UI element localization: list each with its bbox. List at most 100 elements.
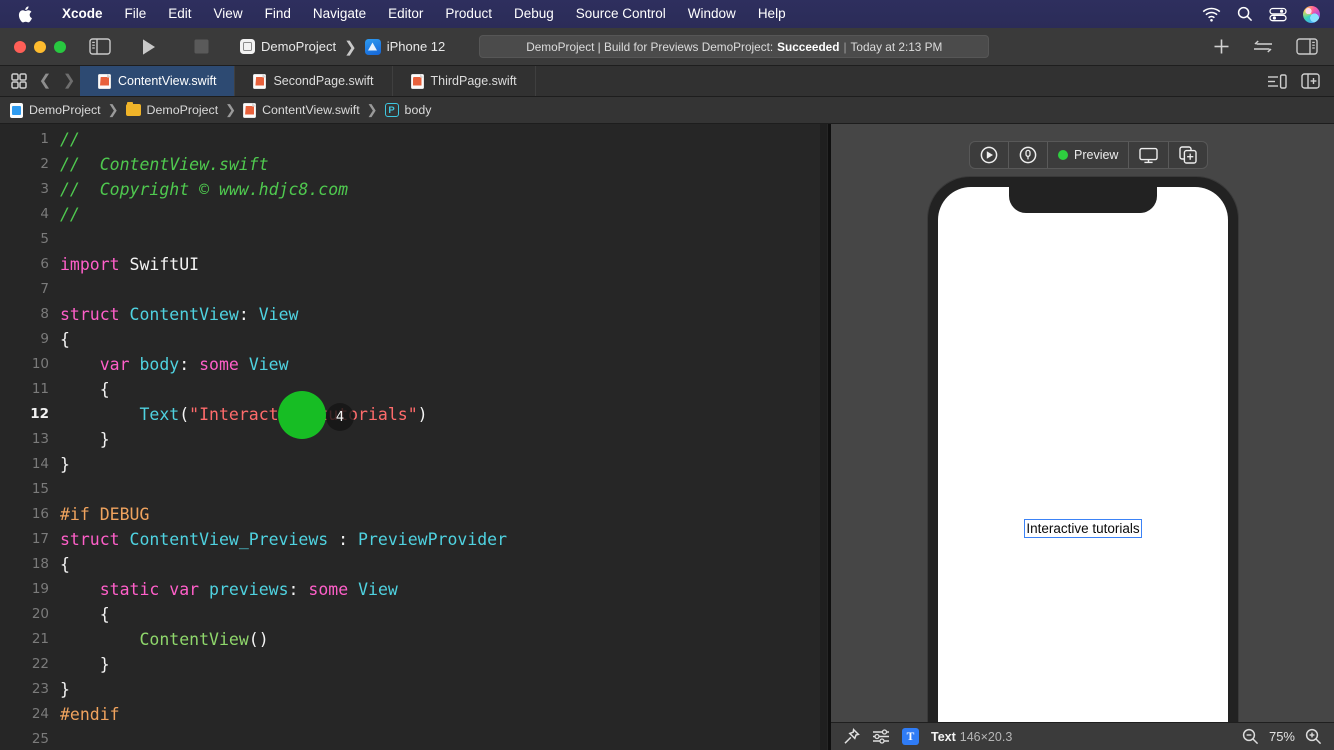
tab-nav-buttons: ❮ ❯ [0,66,80,96]
control-center-icon[interactable] [1269,7,1287,22]
build-status-bar[interactable]: DemoProject | Build for Previews DemoPro… [479,35,990,58]
scheme-selector[interactable]: DemoProject ❯ iPhone 12 [240,38,445,56]
breadcrumb-item-0[interactable]: DemoProject [10,102,101,118]
code-line[interactable]: 8 struct ContentView: View [0,302,830,327]
menu-item-navigate[interactable]: Navigate [302,0,377,28]
search-icon[interactable] [1237,6,1253,22]
run-play-icon[interactable] [138,35,160,59]
code-line[interactable]: 17 struct ContentView_Previews : PreviewP… [0,527,830,552]
zoom-out-icon[interactable] [1242,728,1259,745]
menu-item-find[interactable]: Find [254,0,302,28]
breadcrumb: DemoProject ❯ DemoProject ❯ ContentView.swif… [0,97,1334,124]
code-line[interactable]: 10 var body: some View [0,352,830,377]
stop-square-icon[interactable] [190,35,212,59]
code-token: previews [209,580,289,599]
line-source: static var previews: some View [60,577,398,602]
code-line[interactable]: 21 ContentView() [0,627,830,652]
right-inspector-toggle-icon[interactable] [1296,38,1318,55]
editor-options-icon[interactable] [1267,73,1287,89]
menu-item-file[interactable]: File [114,0,158,28]
line-source: ContentView() [60,627,268,652]
code-line[interactable]: 4 // [0,202,830,227]
code-line[interactable]: 1 // [0,127,830,152]
menu-item-help[interactable]: Help [747,0,797,28]
menu-item-xcode[interactable]: Xcode [51,0,114,28]
live-preview-play-icon[interactable] [970,142,1008,168]
chevron-right-icon[interactable]: ❯ [58,66,80,96]
xcode-project-icon [10,102,23,118]
code-line[interactable]: 13 } [0,427,830,452]
add-editor-icon[interactable] [1301,73,1320,89]
swap-arrows-icon[interactable] [1252,39,1274,54]
code-line[interactable]: 18 { [0,552,830,577]
tab-grid-icon[interactable] [6,73,32,89]
breadcrumb-item-2[interactable]: ContentView.swift [243,102,360,118]
device-display-icon[interactable] [1128,142,1168,168]
canvas-bar-left: T Text 146×20.3 [843,728,1012,745]
editor-scrollbar-track[interactable] [820,124,827,750]
sliders-icon[interactable] [872,729,890,744]
apple-logo-icon[interactable] [18,5,33,23]
tab-thirdpage-swift[interactable]: ThirdPage.swift [393,66,536,96]
editor-tab-bar: ❮ ❯ ContentView.swift SecondPage.swift Thi… [0,66,1334,97]
chevron-left-icon[interactable]: ❮ [34,66,56,96]
code-token: View [258,305,299,324]
code-line[interactable]: 9{ [0,327,830,352]
preview-selected-text[interactable]: Interactive tutorials [1024,519,1142,538]
code-line[interactable]: 15 [0,477,830,502]
code-line[interactable]: 12 Text("Interactive tutorials") [0,402,830,427]
swift-file-icon [98,73,111,89]
code-token: // [60,205,80,224]
code-token: : [328,530,359,549]
preview-canvas[interactable]: Preview Interactive tutorials [831,124,1334,750]
zoom-in-icon[interactable] [1305,728,1322,745]
tab-contentview-swift[interactable]: ContentView.swift [80,66,236,96]
code-line[interactable]: 19 static var previews: some View [0,577,830,602]
preview-device-frame[interactable]: Interactive tutorials [928,177,1238,750]
code-line[interactable]: 16 #if DEBUG [0,502,830,527]
close-button[interactable] [14,40,26,53]
menu-item-window[interactable]: Window [677,0,747,28]
wifi-icon[interactable] [1202,7,1221,22]
menu-item-source-control[interactable]: Source Control [565,0,677,28]
line-number: 19 [31,581,49,597]
preview-status[interactable]: Preview [1047,142,1128,168]
maximize-button[interactable] [54,40,66,53]
preview-inspect-icon[interactable] [1008,142,1047,168]
code-editor[interactable]: 1 // 2 // ContentView.swift 3 // Copyright © … [0,124,830,750]
code-token: Text [139,405,180,424]
line-number: 17 [31,531,49,547]
breadcrumb-item-3[interactable]: Pbody [384,103,431,117]
code-line[interactable]: 5 [0,227,830,252]
menu-item-view[interactable]: View [203,0,254,28]
code-line[interactable]: 25 [0,727,830,750]
menu-item-editor[interactable]: Editor [377,0,434,28]
plus-icon[interactable] [1213,38,1230,55]
breadcrumb-item-1[interactable]: DemoProject [125,101,218,117]
code-line[interactable]: 23} [0,677,830,702]
code-token: : [238,305,259,324]
pin-icon[interactable] [843,728,860,745]
menu-item-debug[interactable]: Debug [503,0,565,28]
minimize-button[interactable] [34,40,46,53]
code-line[interactable]: 3 // Copyright © www.hdjc8.com [0,177,830,202]
code-line[interactable]: 14} [0,452,830,477]
code-line[interactable]: 7 [0,277,830,302]
duplicate-preview-icon[interactable] [1168,142,1207,168]
code-line[interactable]: 22 } [0,652,830,677]
line-source: { [60,552,70,577]
code-line[interactable]: 20 { [0,602,830,627]
tab-secondpage-swift[interactable]: SecondPage.swift [235,66,393,96]
simulator-icon [364,38,381,55]
code-line[interactable]: 11 { [0,377,830,402]
code-line[interactable]: 6 import SwiftUI [0,252,830,277]
user-avatar-icon[interactable] [1303,5,1320,23]
menu-item-edit[interactable]: Edit [157,0,202,28]
code-line[interactable]: 24 #endif [0,702,830,727]
menu-item-product[interactable]: Product [434,0,503,28]
code-line[interactable]: 2 // ContentView.swift [0,152,830,177]
zoom-level[interactable]: 75% [1269,729,1295,744]
left-sidebar-toggle-icon[interactable] [88,35,112,59]
preview-device-screen[interactable]: Interactive tutorials [938,187,1228,750]
